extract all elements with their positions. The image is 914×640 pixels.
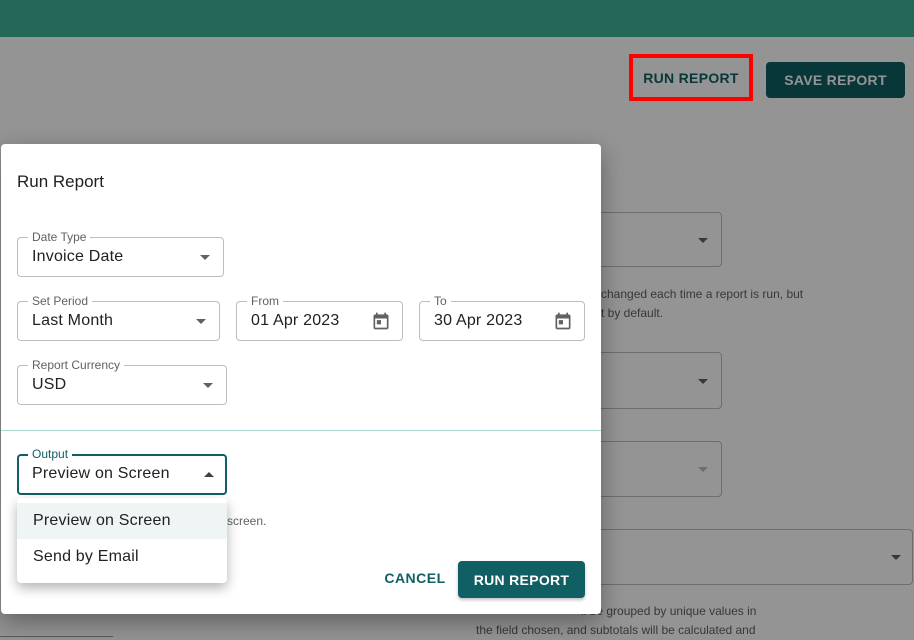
report-currency-select[interactable]: Report Currency USD (17, 358, 227, 405)
menu-item-preview-on-screen[interactable]: Preview on Screen (17, 503, 227, 539)
chevron-down-icon (203, 383, 213, 388)
chevron-down-icon (196, 319, 206, 324)
from-date-label: From (247, 294, 283, 308)
section-divider (1, 430, 601, 431)
chevron-down-icon (200, 255, 210, 260)
date-type-select[interactable]: Date Type Invoice Date (17, 230, 224, 277)
set-period-select[interactable]: Set Period Last Month (17, 294, 220, 341)
menu-item-send-by-email[interactable]: Send by Email (17, 539, 227, 575)
cancel-button[interactable]: CANCEL (375, 564, 455, 592)
from-date-field[interactable]: From 01 Apr 2023 (236, 294, 403, 341)
set-period-label: Set Period (28, 294, 93, 308)
dialog-run-report-button[interactable]: RUN REPORT (458, 561, 585, 598)
to-date-field[interactable]: To 30 Apr 2023 (419, 294, 585, 341)
output-options-menu: Preview on Screen Send by Email (17, 498, 227, 583)
chevron-up-icon (204, 472, 214, 477)
date-type-label: Date Type (28, 230, 91, 244)
set-period-value: Last Month (32, 312, 114, 329)
annotation-highlight-box (629, 54, 753, 101)
output-select[interactable]: Output Preview on Screen (17, 447, 227, 495)
report-currency-value: USD (32, 376, 67, 393)
date-type-value: Invoice Date (32, 248, 124, 265)
dialog-title: Run Report (17, 172, 104, 191)
output-label: Output (28, 447, 73, 461)
to-date-label: To (430, 294, 451, 308)
calendar-icon[interactable] (371, 311, 391, 331)
calendar-icon[interactable] (553, 311, 573, 331)
from-date-value: 01 Apr 2023 (251, 312, 340, 329)
output-value: Preview on Screen (32, 465, 170, 482)
report-currency-label: Report Currency (28, 358, 125, 372)
to-date-value: 30 Apr 2023 (434, 312, 523, 329)
